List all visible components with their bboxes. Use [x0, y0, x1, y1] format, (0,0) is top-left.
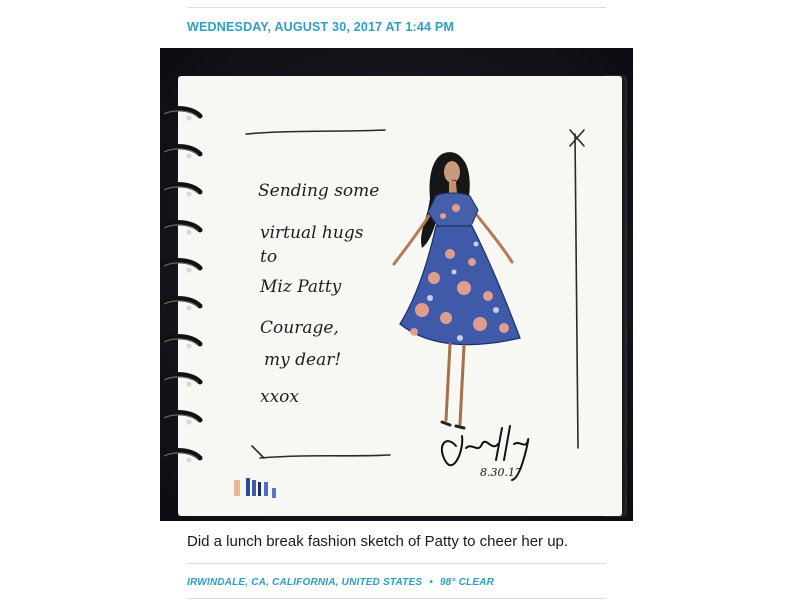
- entry-date: WEDNESDAY, AUGUST 30, 2017 AT 1:44 PM: [187, 20, 454, 34]
- note-line: Courage,: [260, 318, 339, 338]
- note-line: virtual hugs: [260, 223, 364, 243]
- location-link[interactable]: IRWINDALE, CA, CALIFORNIA, UNITED STATES: [187, 577, 422, 588]
- figure-bodice: [427, 192, 479, 229]
- note-line: Sending some: [258, 181, 379, 201]
- sketchbook-page: [178, 76, 622, 516]
- entry-meta: IRWINDALE, CA, CALIFORNIA, UNITED STATES…: [187, 577, 494, 588]
- weather-text: 98° CLEAR: [439, 577, 495, 588]
- caption-divider: [187, 563, 606, 564]
- note-line: my dear!: [264, 350, 341, 370]
- top-divider: [187, 7, 606, 8]
- sketchbook-illustration: Sending some virtual hugs to Miz Patty C…: [160, 48, 633, 521]
- entry-caption: Did a lunch break fashion sketch of Patt…: [187, 533, 569, 550]
- entry-photo: Sending some virtual hugs to Miz Patty C…: [160, 48, 633, 521]
- note-line: to: [260, 247, 277, 267]
- signature-date: 8.30.17: [480, 466, 522, 479]
- figure-face: [444, 161, 460, 183]
- note-line: xxox: [260, 387, 299, 407]
- note-line: Miz Patty: [259, 277, 342, 297]
- bottom-divider: [187, 598, 606, 599]
- meta-separator: •: [429, 577, 433, 588]
